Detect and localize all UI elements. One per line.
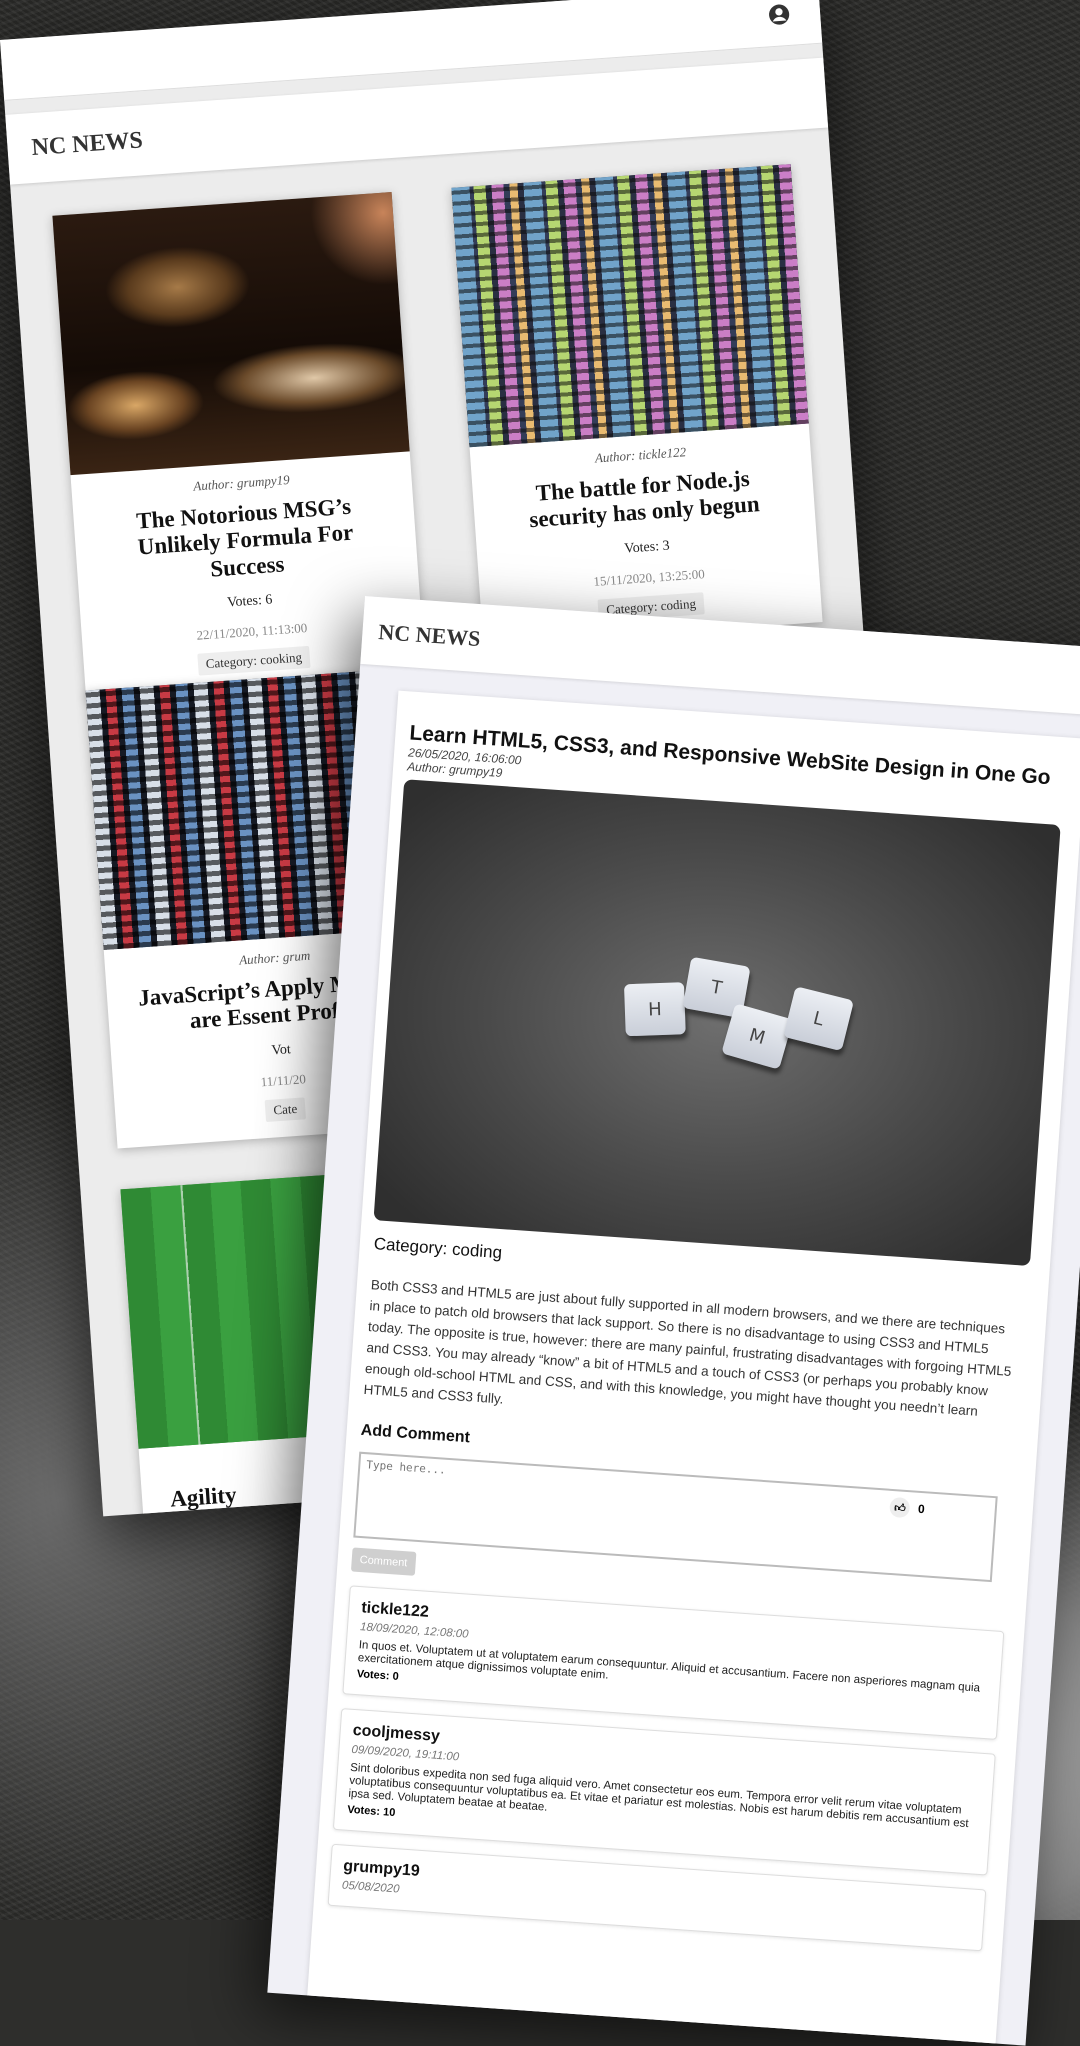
key-h: H [623, 982, 686, 1037]
article-image: H T M L [373, 779, 1061, 1267]
article-detail-screen: NC NEWS Learn HTML5, CSS3, and Responsiv… [267, 596, 1080, 2046]
article-vote-control: 👍︎ 0 [889, 1496, 926, 1519]
article-card[interactable]: Author: tickle122 The battle for Node.js… [451, 164, 823, 646]
article-category[interactable]: Category: cooking [197, 646, 311, 677]
article-image [52, 192, 410, 476]
article-image [451, 164, 809, 448]
comment-submit-button[interactable]: Comment [350, 1547, 417, 1576]
thumbs-up-icon[interactable]: 👍︎ [889, 1496, 911, 1519]
article-title[interactable]: The Notorious MSG’s Unlikely Formula For… [101, 491, 390, 590]
article-body: Both CSS3 and HTML5 are just about fully… [363, 1277, 1012, 1419]
article-category[interactable]: Cate [264, 1097, 306, 1122]
site-logo[interactable]: NC NEWS [31, 127, 144, 162]
article-title[interactable]: The battle for Node.js security has only… [500, 463, 787, 536]
article-vote-count: 0 [917, 1501, 926, 1517]
site-logo[interactable]: NC NEWS [378, 619, 482, 652]
article-detail: Learn HTML5, CSS3, and Responsive WebSit… [300, 690, 1080, 2046]
key-m: M [721, 1003, 794, 1070]
key-l: L [783, 986, 855, 1052]
user-circle-icon[interactable] [767, 3, 790, 26]
